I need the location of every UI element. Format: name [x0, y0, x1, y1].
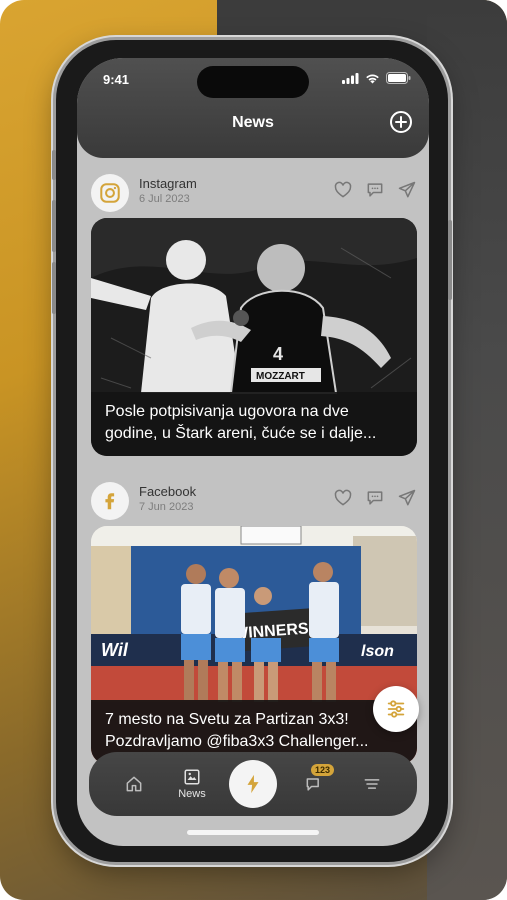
- post-caption: Posle potpisivanja ugovora na dve godine…: [91, 392, 417, 456]
- heart-icon[interactable]: [333, 180, 353, 200]
- dynamic-island: [197, 66, 309, 98]
- svg-text:lson: lson: [361, 643, 394, 660]
- news-post[interactable]: Instagram 6 Jul 2023 MOZZART 4 Posle pot…: [91, 170, 417, 456]
- post-header: Instagram 6 Jul 2023: [91, 170, 417, 218]
- phone-volume-down-button: [52, 262, 56, 314]
- post-card[interactable]: MOZZART 4 Posle potpisivanja ugovora na …: [91, 218, 417, 456]
- app-header: 9:41 News: [77, 58, 429, 158]
- signal-icon: [342, 72, 359, 84]
- svg-text:4: 4: [273, 344, 283, 364]
- phone-volume-up-button: [52, 200, 56, 252]
- news-post[interactable]: Facebook 7 Jun 2023 Wil lson WINNERS 7 m…: [91, 478, 417, 764]
- instagram-icon: [100, 183, 120, 203]
- nav-news[interactable]: News: [167, 752, 217, 816]
- source-avatar: [91, 174, 129, 212]
- post-card[interactable]: Wil lson WINNERS 7 mesto na Svetu za Par…: [91, 526, 417, 764]
- filter-button[interactable]: [373, 686, 419, 732]
- sliders-icon: [387, 700, 405, 718]
- facebook-icon: [105, 493, 115, 510]
- phone-screen: 9:41 News Instagram 6 Jul 2023 MOZZART 4…: [77, 58, 429, 846]
- nav-center-button[interactable]: [229, 760, 277, 808]
- svg-text:Wil: Wil: [101, 640, 129, 660]
- battery-icon: [386, 72, 411, 84]
- lightning-icon: [247, 774, 259, 794]
- post-actions: [333, 180, 417, 200]
- phone-action-button: [52, 150, 56, 180]
- post-date: 7 Jun 2023: [139, 501, 194, 513]
- wifi-icon: [366, 74, 379, 83]
- bottom-navigation: News 123: [89, 752, 417, 816]
- post-date: 6 Jul 2023: [139, 193, 190, 205]
- news-icon: [184, 769, 200, 785]
- heart-icon[interactable]: [333, 488, 353, 508]
- status-time: 9:41: [103, 72, 130, 87]
- share-icon[interactable]: [397, 488, 417, 508]
- comment-icon[interactable]: [365, 180, 385, 200]
- share-icon[interactable]: [397, 180, 417, 200]
- nav-messages[interactable]: 123: [289, 752, 339, 816]
- post-source: Instagram: [139, 176, 197, 191]
- post-actions: [333, 488, 417, 508]
- post-source: Facebook: [139, 484, 197, 499]
- page-title: News: [232, 114, 274, 131]
- menu-icon: [364, 779, 380, 789]
- home-icon: [126, 776, 142, 792]
- post-header: Facebook 7 Jun 2023: [91, 478, 417, 526]
- chat-icon: [306, 778, 319, 791]
- nav-news-label: News: [178, 788, 206, 800]
- add-icon[interactable]: [389, 110, 413, 134]
- phone-power-button: [448, 220, 452, 300]
- source-avatar: [91, 482, 129, 520]
- comment-icon[interactable]: [365, 488, 385, 508]
- nav-home[interactable]: [109, 752, 159, 816]
- svg-text:MOZZART: MOZZART: [256, 371, 305, 382]
- home-indicator: [187, 830, 319, 835]
- notification-badge: 123: [311, 764, 335, 776]
- nav-menu[interactable]: [347, 752, 397, 816]
- status-icons: [342, 72, 411, 84]
